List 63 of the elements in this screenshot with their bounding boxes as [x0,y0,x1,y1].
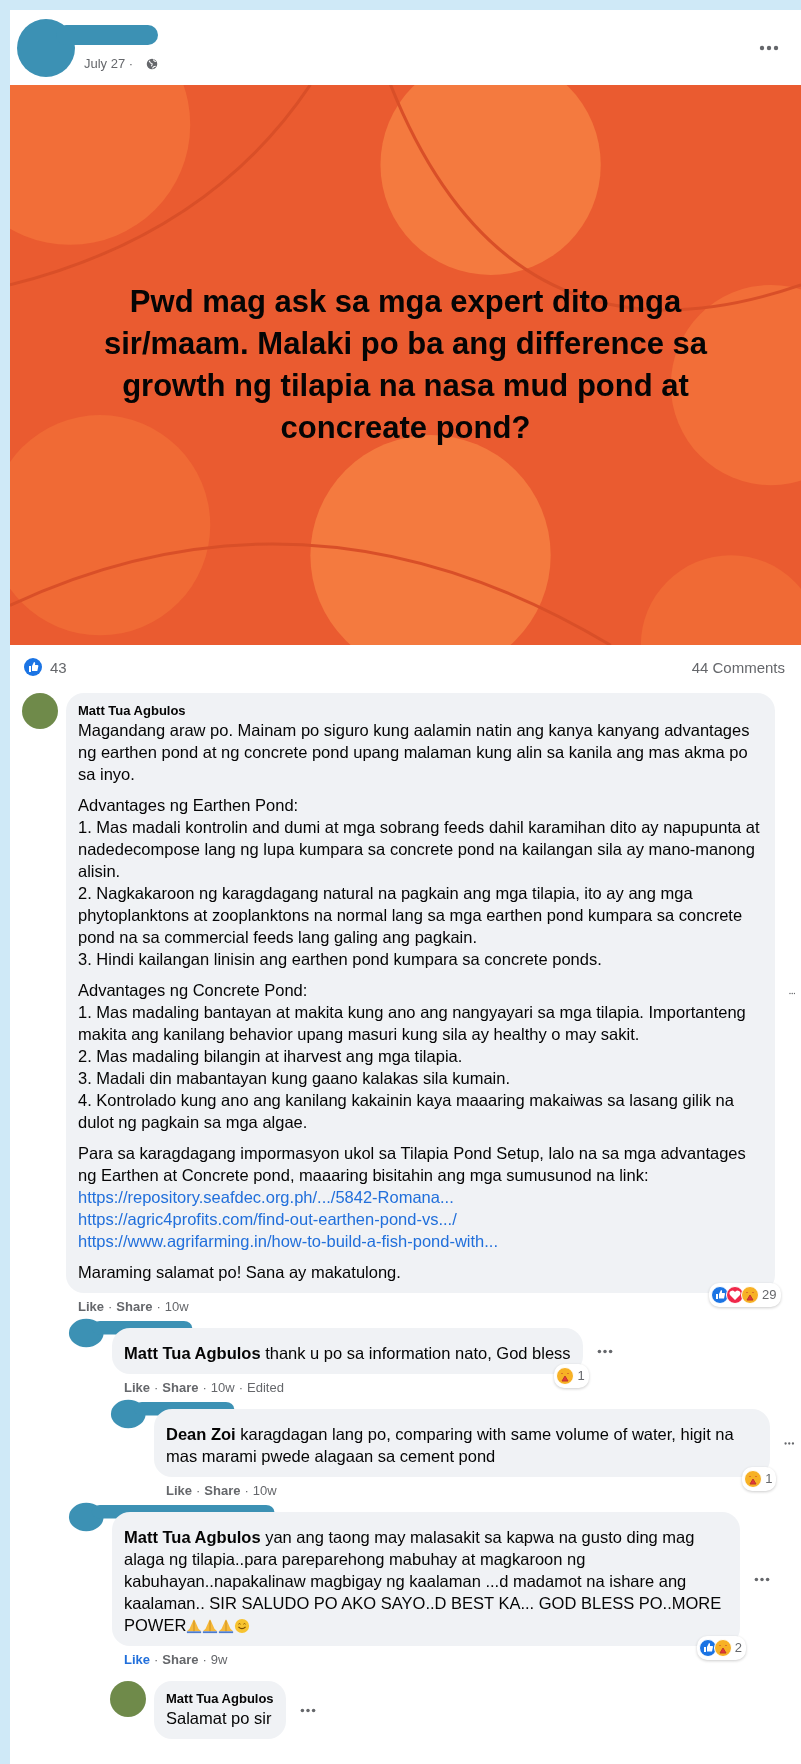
comment-text: 2. Mas madaling bilangin at iharvest ang mga tilapia. [78,1046,464,1067]
like-icon [24,658,42,676]
comment-text: Advantages ng Concrete Pond: [78,980,309,1001]
share-link[interactable]: Share [116,1299,153,1314]
comment-author[interactable]: Matt Tua Agbulos [166,1690,274,1707]
hug-face-icon [556,1367,575,1385]
share-link[interactable]: Share [162,1652,199,1667]
like-link[interactable]: Like [124,1380,150,1395]
avatar[interactable] [110,1681,146,1717]
like-link[interactable]: Like [166,1483,192,1498]
globe-icon [146,57,158,70]
reaction-count: 43 [50,658,67,676]
comment-text: 1. Mas madaling bantayan at makita kung ano ang nangyayari sa mga tilapia. Importanteng makita ang kanilang behavior upang masuri kung sila ay healthy o may sakit. [78,1002,747,1045]
like-link[interactable]: Like [78,1299,104,1314]
separator-dot: · [156,1299,161,1314]
separator-dot: · [108,1299,113,1314]
link[interactable]: https://agric4profits.com/find-out-earthen-pond-vs.../ [78,1208,763,1230]
comment-text: 1. Mas madali kontrolin and dumi at mga sobrang feeds dahil karamihan dito ay napupunta at nadedecompose lang ng lupa kumpara sa concrete pond na kailangan sila ay mano-manong alisin. [78,817,761,882]
separator-dot: · [244,1483,249,1498]
praying-hands-icon [202,1618,219,1634]
link[interactable]: https://repository.seafdec.org.ph/.../5842-Romana... [78,1186,763,1208]
comment-text: Matt Tua Agbulos thank u po sa information nato, God bless [124,1343,571,1364]
separator-dot: · [238,1380,244,1395]
avatar[interactable] [22,693,58,729]
comment-text: 4. Kontrolado kung ano ang kanilang kakainin kaya maaaring makaiwas sa lasang gilik na dulot ng pagkain sa mga algae. [78,1090,735,1133]
separator-dot: · [196,1483,201,1498]
comment-text: 3. Madali din mabantayan kung gaano kalakas sila kumain. [78,1068,511,1089]
comment-text: 3. Hindi kailangan linisin ang earthen pond kumpara sa concrete ponds. [78,949,603,970]
separator-dot: · [154,1652,159,1667]
comment-text: Magandang araw po. Mainam po siguro kung aalamin natin ang kanya kanyang advantages ng earthen pond at ng concrete pond upang malaman kung alin sa kanila ang mas akma po sa inyo. [78,720,751,785]
hug-face-icon [741,1286,760,1304]
separator-dot: · [154,1380,159,1395]
comment-meta: 10w [210,1380,235,1395]
comment-meta: Edited [247,1380,284,1395]
praying-hands-icon [186,1618,203,1634]
reaction-summary[interactable]: 1 [742,1467,777,1491]
post-date: July 27 · [84,55,134,71]
comment-text: Para sa karagdagang impormasyon ukol sa Tilapia Pond Setup, lalo na sa mga advantages ng Earthen at Concrete pond, maaaring bisitahin ang mga sumusunod na link: [78,1143,747,1186]
like-link[interactable]: Like [124,1652,150,1667]
comment-meta: 10w [252,1483,277,1498]
reaction-summary[interactable]: 29 [709,1283,781,1307]
hug-face-icon [713,1639,732,1657]
praying-hands-icon [218,1618,235,1634]
comment-meta: 9w [210,1652,228,1667]
share-link[interactable]: Share [162,1380,199,1395]
reaction-summary[interactable]: 2 [696,1636,746,1660]
smiley-icon [234,1618,251,1634]
comment-author[interactable]: Matt Tua Agbulos [78,702,763,719]
link[interactable]: https://www.agrifarming.in/how-to-build-a-fish-pond-with... [78,1230,763,1252]
hug-face-icon [744,1470,763,1488]
separator-dot: · [202,1380,207,1395]
comment-count[interactable]: 44 Comments [691,658,785,676]
post-text: Pwd mag ask sa mga expert dito mga sir/maam. Malaki po ba ang difference sa growth ng tilapia na nasa mud pond at concreate pond? [103,283,709,447]
comment-text: Dean Zoi karagdagan lang po, comparing with same volume of water, higit na mas marami pwede alagaan sa cement pond [166,1424,735,1467]
comment-text: Salamat po sir [166,1708,273,1729]
share-link[interactable]: Share [204,1483,241,1498]
comment-meta: 10w [164,1299,189,1314]
comment-text: Matt Tua Agbulos yan ang taong may malasakit sa kapwa na gusto ding mag alaga ng tilapia..para pareparehong mabuhay at magkaroon ng kabuhayan..napakalinaw magbigay ng kaalaman ...d madamot na ishare ang kaalaman.. SIR SALUDO PO AKO SAYO..D BEST KA... GOD BLESS PO..MORE POWER [124,1527,723,1636]
comment-text: Maraming salamat po! Sana ay makatulong. [78,1262,402,1283]
separator-dot: · [202,1652,207,1667]
reaction-summary[interactable]: 1 [554,1364,589,1388]
comment-text: 2. Nagkakaroon ng karagdagang natural na pagkain ang mga tilapia, ito ay ang mga phytoplanktons at zooplanktons na normal lang sa mga earthen pond kumpara sa concrete pond na sa commercial feeds lang galing ang pagkain. [78,883,744,948]
comment-text: Advantages ng Earthen Pond: [78,795,300,816]
